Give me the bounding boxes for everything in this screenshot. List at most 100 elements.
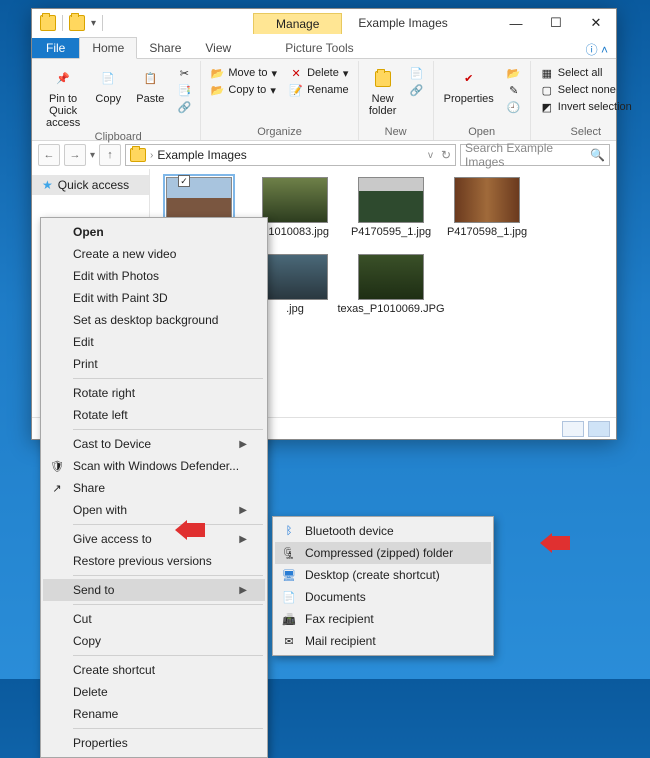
filename: P4170595_1.jpg xyxy=(351,226,431,238)
copy-button[interactable]: 📄 Copy xyxy=(90,65,126,107)
zip-icon: 🗜 xyxy=(281,545,297,561)
properties-icon: ✔ xyxy=(455,67,483,91)
menu-edit[interactable]: Edit xyxy=(43,331,265,353)
select-none-icon: ▢ xyxy=(540,83,554,97)
separator xyxy=(73,378,263,379)
menu-rename[interactable]: Rename xyxy=(43,703,265,725)
tab-file[interactable]: File xyxy=(32,38,79,58)
up-button[interactable]: ↑ xyxy=(99,144,121,166)
contextual-tab-manage[interactable]: Manage xyxy=(253,13,342,34)
ribbon-tabs: File Home Share View Picture Tools ⓘ ˄ xyxy=(32,37,616,59)
menu-scan-defender[interactable]: 🛡Scan with Windows Defender... xyxy=(43,455,265,477)
separator xyxy=(62,15,63,31)
tab-share[interactable]: Share xyxy=(137,38,193,58)
forward-button[interactable]: → xyxy=(64,144,86,166)
maximize-button[interactable]: ☐ xyxy=(536,9,576,37)
menu-edit-photos[interactable]: Edit with Photos xyxy=(43,265,265,287)
chevron-down-icon[interactable]: v xyxy=(428,150,433,161)
address-bar[interactable]: › Example Images v ↻ xyxy=(125,144,456,166)
cut-button[interactable]: ✂ xyxy=(174,65,194,81)
tab-view[interactable]: View xyxy=(193,38,243,58)
menu-copy[interactable]: Copy xyxy=(43,630,265,652)
quick-access-item[interactable]: ★ Quick access xyxy=(32,175,149,195)
new-extra: 📄 🔗 xyxy=(407,65,427,98)
delete-button[interactable]: ✕Delete ▾ xyxy=(286,65,352,81)
menu-restore-versions[interactable]: Restore previous versions xyxy=(43,550,265,572)
back-button[interactable]: ← xyxy=(38,144,60,166)
menu-open-with[interactable]: Open with▶ xyxy=(43,499,265,521)
new-folder-button[interactable]: New folder xyxy=(365,65,401,119)
rename-button[interactable]: 📝Rename xyxy=(286,82,352,98)
new-item-button[interactable]: 📄 xyxy=(407,65,427,81)
edit-button[interactable]: ✎ xyxy=(504,82,524,98)
invert-selection-button[interactable]: ◩Invert selection xyxy=(537,99,635,115)
file-item[interactable]: P4170598_1.jpg xyxy=(448,177,526,238)
menu-cut[interactable]: Cut xyxy=(43,608,265,630)
submenu-compressed[interactable]: 🗜Compressed (zipped) folder xyxy=(275,542,491,564)
move-to-button[interactable]: 📂Move to ▾ xyxy=(207,65,280,81)
help-icon[interactable]: ⓘ ˄ xyxy=(586,41,608,58)
close-button[interactable]: ✕ xyxy=(576,9,616,37)
select-none-button[interactable]: ▢Select none xyxy=(537,82,635,98)
folder-icon xyxy=(69,15,85,31)
menu-share[interactable]: ↗Share xyxy=(43,477,265,499)
menu-create-shortcut[interactable]: Create shortcut xyxy=(43,659,265,681)
label: Invert selection xyxy=(558,101,632,113)
checkbox-icon[interactable]: ✓ xyxy=(178,175,190,187)
open-button[interactable]: 📂 xyxy=(504,65,524,81)
copy-path-button[interactable]: 📑 xyxy=(174,82,194,98)
menu-delete[interactable]: Delete xyxy=(43,681,265,703)
menu-rotate-left[interactable]: Rotate left xyxy=(43,404,265,426)
thumbnail-icon xyxy=(358,177,424,223)
easy-access-button[interactable]: 🔗 xyxy=(407,82,427,98)
chevron-right-icon: ▶ xyxy=(239,585,247,596)
copy-to-button[interactable]: 📂Copy to ▾ xyxy=(207,82,280,98)
address-row: ← → ▾ ↑ › Example Images v ↻ Search Exam… xyxy=(32,141,616,169)
details-view-button[interactable] xyxy=(562,421,584,437)
tab-home[interactable]: Home xyxy=(79,37,137,59)
submenu-desktop[interactable]: 🖥Desktop (create shortcut) xyxy=(275,564,491,586)
pin-to-quick-access-button[interactable]: 📌 Pin to Quick access xyxy=(42,65,84,131)
tab-picture-tools[interactable]: Picture Tools xyxy=(273,38,365,58)
label: Select all xyxy=(558,67,603,79)
paste-shortcut-button[interactable]: 🔗 xyxy=(174,99,194,115)
submenu-fax[interactable]: 📠Fax recipient xyxy=(275,608,491,630)
folder-icon xyxy=(130,148,146,162)
minimize-button[interactable]: — xyxy=(496,9,536,37)
properties-button[interactable]: ✔ Properties xyxy=(440,65,498,107)
search-input[interactable]: Search Example Images 🔍 xyxy=(460,144,610,166)
path-icon: 📑 xyxy=(177,83,191,97)
menu-rotate-right[interactable]: Rotate right xyxy=(43,382,265,404)
menu-set-background[interactable]: Set as desktop background xyxy=(43,309,265,331)
file-item[interactable]: P4170595_1.jpg xyxy=(352,177,430,238)
share-icon: ↗ xyxy=(49,480,65,496)
history-button[interactable]: 🕘 xyxy=(504,99,524,115)
refresh-button[interactable]: ↻ xyxy=(441,148,451,162)
submenu-mail[interactable]: ✉Mail recipient xyxy=(275,630,491,652)
file-item[interactable]: texas_P1010069.JPG xyxy=(352,254,430,315)
label: Open with xyxy=(73,503,127,517)
menu-edit-paint3d[interactable]: Edit with Paint 3D xyxy=(43,287,265,309)
menu-print[interactable]: Print xyxy=(43,353,265,375)
submenu-documents[interactable]: 📄Documents xyxy=(275,586,491,608)
thumbnails-view-button[interactable] xyxy=(588,421,610,437)
label: Pin to Quick access xyxy=(46,93,80,129)
label: Send to xyxy=(73,583,114,597)
recent-locations-button[interactable]: ▾ xyxy=(90,150,95,161)
annotation-arrow xyxy=(500,533,570,553)
menu-send-to[interactable]: Send to ▶ xyxy=(43,579,265,601)
menu-open[interactable]: Open xyxy=(43,221,265,243)
submenu-bluetooth[interactable]: ᛒBluetooth device xyxy=(275,520,491,542)
menu-create-video[interactable]: Create a new video xyxy=(43,243,265,265)
paste-button[interactable]: 📋 Paste xyxy=(132,65,168,107)
select-all-button[interactable]: ▦Select all xyxy=(537,65,635,81)
titlebar: ▾ Manage Example Images — ☐ ✕ xyxy=(32,9,616,37)
breadcrumb[interactable]: Example Images xyxy=(157,148,246,162)
separator xyxy=(102,15,103,31)
menu-properties[interactable]: Properties xyxy=(43,732,265,754)
label: Open xyxy=(73,225,104,239)
filename: P1010083.jpg xyxy=(261,226,329,238)
menu-cast[interactable]: Cast to Device▶ xyxy=(43,433,265,455)
chevron-down-icon[interactable]: ▾ xyxy=(91,18,96,29)
open-icon: 📂 xyxy=(507,66,521,80)
